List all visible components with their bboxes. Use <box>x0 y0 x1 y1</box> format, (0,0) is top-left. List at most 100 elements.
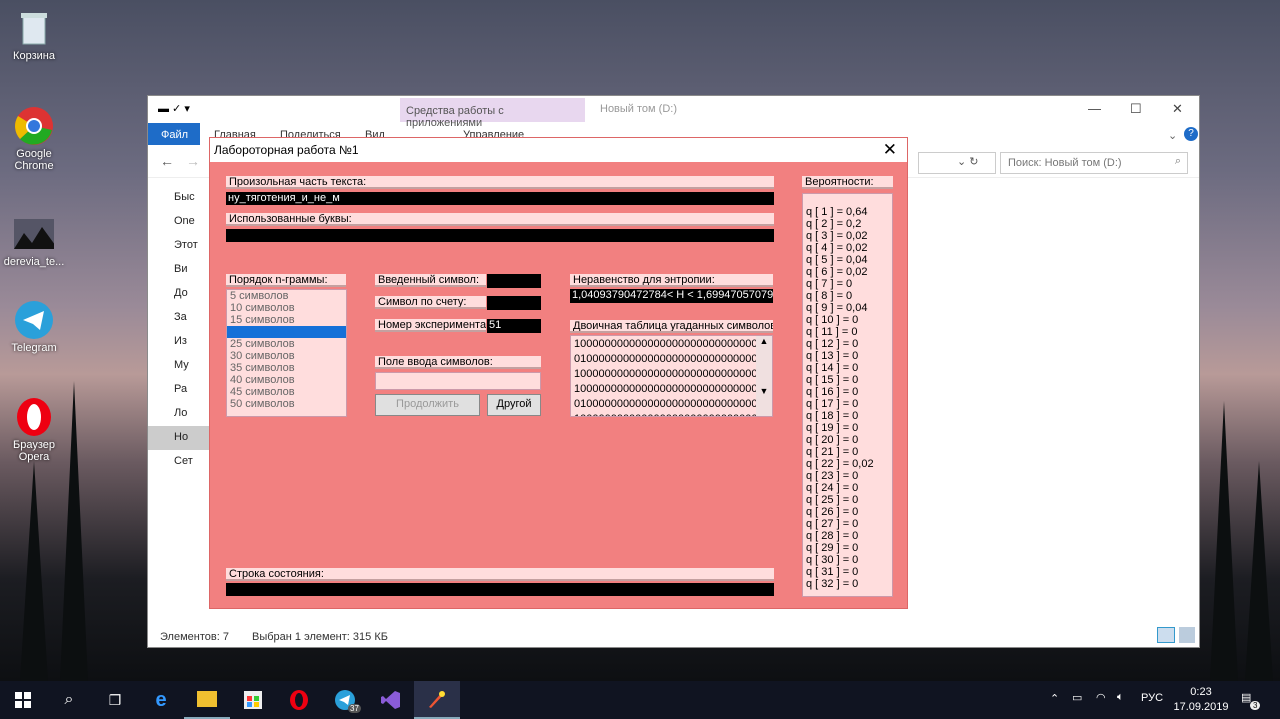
explorer-titlebar: ▬ ✓ ▾ Средства работы с приложениями Нов… <box>148 96 1199 129</box>
tab-file[interactable]: Файл <box>148 123 200 145</box>
sidebar-item[interactable]: Этот <box>148 234 210 258</box>
store-icon[interactable] <box>230 681 276 719</box>
telegram-icon <box>14 300 54 340</box>
other-button[interactable]: Другой <box>487 394 541 416</box>
tree-silhouette <box>1245 461 1273 681</box>
sidebar-item[interactable]: Ви <box>148 258 210 282</box>
probabilities-list: q [ 1 ] = 0,64 q [ 2 ] = 0,2 q [ 3 ] = 0,0… <box>802 193 893 597</box>
list-item[interactable]: 30 символов <box>227 350 346 362</box>
volume-icon[interactable]: 🔈︎ <box>1117 691 1124 704</box>
entered-symbol-label: Введенный символ: <box>375 274 486 287</box>
address-bar-end[interactable]: ⌄ ↻ <box>918 152 996 174</box>
experiment-field: 51 <box>487 319 541 333</box>
list-item[interactable]: 15 символов <box>227 314 346 326</box>
list-item-selected[interactable]: 20 символов <box>227 326 346 338</box>
probability-item: q [ 27 ] = 0 <box>806 518 859 530</box>
symbol-input[interactable] <box>375 372 541 390</box>
telegram-badge: 37 <box>348 704 361 713</box>
list-item: 1000000000000000000000000000000 <box>571 413 772 416</box>
app-icon[interactable] <box>414 681 460 719</box>
wifi-icon[interactable]: ◠ <box>1096 691 1106 704</box>
lab-dialog: Лабороторная работа №1 ✕ Произольная час… <box>209 137 908 609</box>
list-item[interactable]: 10 символов <box>227 302 346 314</box>
search-icon: ⌕ <box>1174 155 1181 167</box>
close-icon[interactable]: ✕ <box>883 140 897 160</box>
probability-item: q [ 2 ] = 0,2 <box>806 218 862 230</box>
status-selected: Выбран 1 элемент: 315 КБ <box>252 631 388 643</box>
refresh-icon[interactable]: ⌄ ↻ <box>957 155 979 168</box>
tray-chevron-icon[interactable]: ⌃ <box>1050 692 1059 705</box>
forward-icon[interactable]: → <box>186 153 200 169</box>
entered-symbol-field <box>487 274 541 288</box>
chevron-down-icon[interactable]: ⌄ <box>1168 129 1177 142</box>
maximize-icon[interactable]: ☐ <box>1130 101 1142 117</box>
desktop-icon-opera[interactable]: Браузер Opera <box>2 397 66 463</box>
continue-button[interactable]: Продолжить <box>375 394 480 416</box>
scrollbar[interactable]: ▲ ▼ <box>756 336 772 416</box>
chrome-icon <box>14 106 54 146</box>
quick-access-icon[interactable]: ▬ ✓ ▾ <box>158 102 190 115</box>
task-view-icon[interactable]: ❐ <box>92 681 138 719</box>
probability-item: q [ 14 ] = 0 <box>806 362 859 374</box>
sidebar-item[interactable]: За <box>148 306 210 330</box>
sidebar-item[interactable]: Му <box>148 354 210 378</box>
clock[interactable]: 0:23 17.09.2019 <box>1173 685 1229 715</box>
visual-studio-icon[interactable] <box>368 681 414 719</box>
sidebar-item[interactable]: Ра <box>148 378 210 402</box>
list-item: 0100000000000000000000000000000 <box>574 353 764 365</box>
used-letters-label: Использованные буквы: <box>226 213 774 226</box>
search-input[interactable]: Поиск: Новый том (D:) ⌕ <box>1000 152 1188 174</box>
list-item[interactable]: 40 символов <box>227 374 346 386</box>
desktop-icon-image[interactable]: derevia_te... <box>2 214 66 268</box>
sidebar-item[interactable]: Быс <box>148 186 210 210</box>
search-icon[interactable]: ⌕ <box>46 681 92 719</box>
binary-table[interactable]: 1000000000000000000000000000000 01000000… <box>570 335 773 417</box>
help-icon[interactable]: ? <box>1184 127 1198 141</box>
battery-icon[interactable]: ▭ <box>1072 691 1082 704</box>
sidebar-item[interactable]: Но <box>148 426 210 450</box>
language-indicator[interactable]: РУС <box>1141 692 1163 704</box>
desktop-icon-telegram[interactable]: Telegram <box>2 300 66 354</box>
close-icon[interactable]: ✕ <box>1172 101 1183 117</box>
sidebar-item[interactable]: Сет <box>148 450 210 474</box>
taskbar: ⌕ ❐ e 37 ⌃ ▭ ◠ 🔈︎ РУС 0:23 17.09.2019 ▤ … <box>0 681 1280 719</box>
desktop-icon-recycle-bin[interactable]: Корзина <box>2 8 66 62</box>
experiment-label: Номер эксперимента: <box>375 319 486 332</box>
list-item[interactable]: 5 символов <box>227 290 346 302</box>
list-item: 1000000000000000000000000000000 <box>574 368 764 380</box>
sidebar-item[interactable]: Из <box>148 330 210 354</box>
list-item[interactable]: 45 символов <box>227 386 346 398</box>
details-view-icon[interactable] <box>1157 627 1175 643</box>
probability-item: q [ 31 ] = 0 <box>806 566 859 578</box>
list-item[interactable]: 35 символов <box>227 362 346 374</box>
sidebar-item[interactable]: До <box>148 282 210 306</box>
large-icons-view-icon[interactable] <box>1179 627 1195 643</box>
list-item[interactable]: 50 символов <box>227 398 346 410</box>
list-item: 0100000000000000000000000000000 <box>574 398 764 410</box>
probability-item: q [ 10 ] = 0 <box>806 314 859 326</box>
sidebar-item[interactable]: Ло <box>148 402 210 426</box>
desktop: Корзина Google Chrome derevia_te... Tele… <box>0 0 1280 681</box>
desktop-icon-chrome[interactable]: Google Chrome <box>2 106 66 172</box>
opera-icon[interactable] <box>276 681 322 719</box>
explorer-icon[interactable] <box>184 681 230 719</box>
text-field: ну_тяготения_и_не_м <box>226 192 774 205</box>
probability-item: q [ 21 ] = 0 <box>806 446 859 458</box>
probabilities-label: Вероятности: <box>802 176 893 189</box>
telegram-icon[interactable]: 37 <box>322 681 368 719</box>
edge-icon[interactable]: e <box>138 681 184 719</box>
symbol-count-field <box>487 296 541 310</box>
status-items: Элементов: 7 <box>160 631 229 643</box>
probability-item: q [ 24 ] = 0 <box>806 482 859 494</box>
tree-silhouette <box>1210 401 1238 681</box>
sidebar-item[interactable]: One <box>148 210 210 234</box>
minimize-icon[interactable]: — <box>1088 101 1101 116</box>
ngram-listbox[interactable]: 5 символов 10 символов 15 символов 20 си… <box>226 289 347 417</box>
probability-item: q [ 12 ] = 0 <box>806 338 859 350</box>
back-icon[interactable]: ← <box>160 153 174 169</box>
list-item[interactable]: 25 символов <box>227 338 346 350</box>
probability-item: q [ 13 ] = 0 <box>806 350 859 362</box>
start-button[interactable] <box>0 681 46 719</box>
probability-item: q [ 7 ] = 0 <box>806 278 853 290</box>
list-item: 1000000000000000000000000000000 <box>574 338 764 350</box>
